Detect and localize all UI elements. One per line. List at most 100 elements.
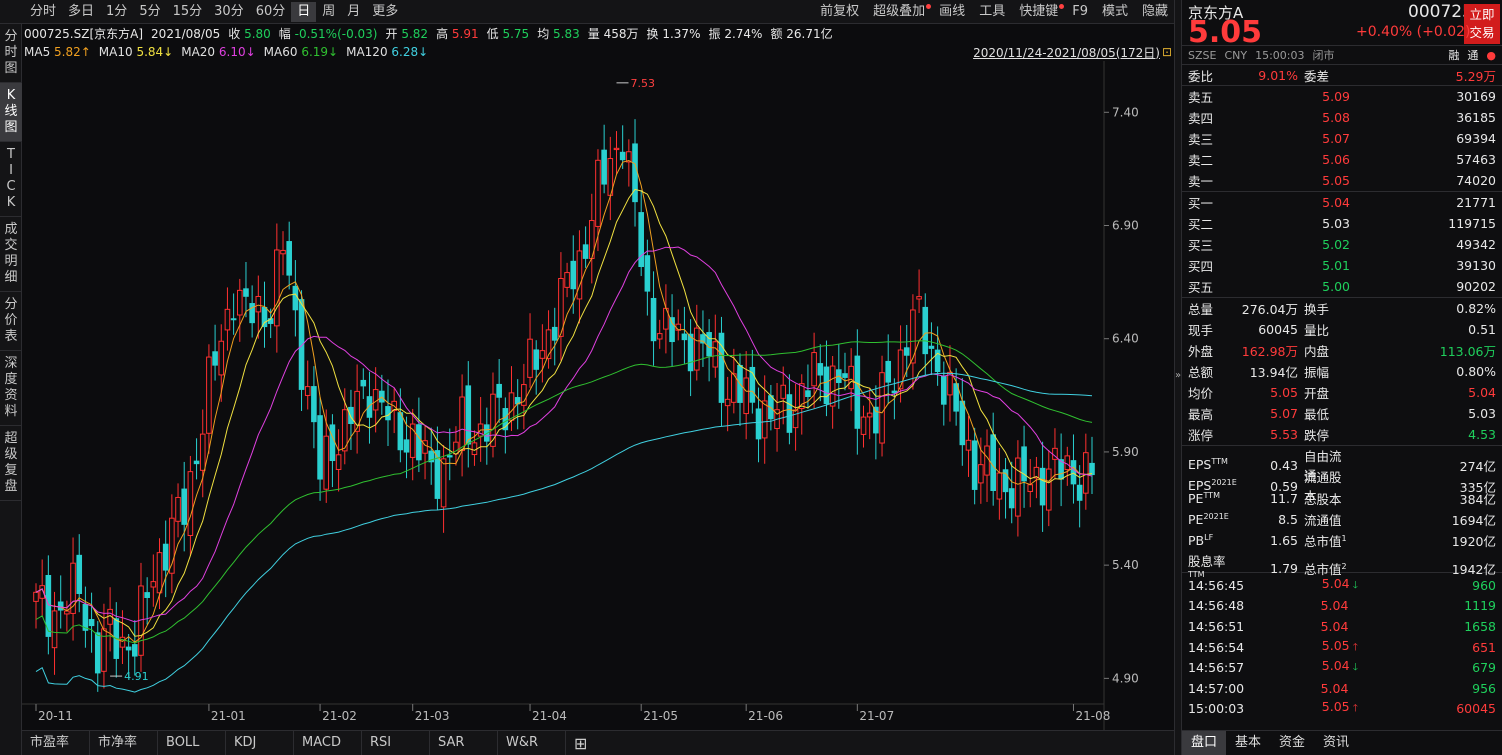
candle-body: [199, 433, 206, 471]
xtick-label: 21-06: [748, 709, 783, 723]
left-tab-0[interactable]: 分时图: [0, 24, 22, 83]
candle-body: [564, 272, 570, 288]
timeframe-0[interactable]: 分时: [24, 2, 62, 22]
left-tab-5[interactable]: 深度资料: [0, 351, 22, 426]
tool-3[interactable]: 工具: [972, 2, 1012, 22]
tick-time: 14:57:00: [1188, 680, 1245, 696]
indicator-tab-7[interactable]: W&R: [498, 731, 566, 755]
candle-body: [193, 460, 200, 465]
bid-label: 买二: [1188, 217, 1214, 232]
stat-label: 涨停: [1188, 428, 1214, 443]
candle-body: [724, 398, 731, 407]
top-toolbar: 分时 多日 1分 5分 15分 30分 60分日周月更多 前复权 超级叠加 画线 工具 快捷键 F9 模…: [0, 0, 1175, 24]
bid-price: 5.02: [1322, 237, 1350, 252]
weicha-value: 5.29万: [1455, 68, 1496, 84]
xtick-label: 21-01: [211, 709, 246, 723]
timeframe-3[interactable]: 5分: [133, 2, 166, 22]
stat-value: 276.04万: [1241, 302, 1298, 317]
expand-icon[interactable]: »: [1175, 370, 1181, 381]
xtick-label: 20-11: [38, 709, 73, 723]
tool-7[interactable]: 隐藏: [1135, 2, 1175, 22]
date-range[interactable]: 2020/11/24-2021/08/05(172日): [973, 44, 1160, 61]
timeframe-6[interactable]: 60分: [250, 2, 292, 22]
stat-label: 外盘: [1188, 344, 1214, 359]
bid-row: 买四 5.01 39130: [1182, 255, 1502, 276]
ytick-label: 5.90: [1112, 445, 1139, 459]
left-tab-2[interactable]: TICK: [0, 142, 22, 217]
indicator-tab-5[interactable]: RSI: [362, 731, 430, 755]
indicator-tab-3[interactable]: KDJ: [226, 731, 294, 755]
timeframe-8[interactable]: 周: [316, 2, 341, 22]
stat-label: 换手: [1304, 302, 1330, 317]
timeframe-7[interactable]: 日: [291, 1, 317, 22]
candle-body: [916, 296, 922, 300]
left-tab-4[interactable]: 分价表: [0, 292, 22, 351]
candle-body: [1008, 488, 1015, 509]
candle-body: [125, 646, 132, 651]
bid-row: 买一 5.04 21771: [1182, 192, 1502, 213]
candle-body: [1039, 467, 1046, 506]
ask-price: 5.06: [1322, 152, 1350, 167]
tool-0[interactable]: 前复权: [813, 2, 866, 22]
indicator-tab-1[interactable]: 市净率: [90, 731, 158, 755]
candle-body: [471, 442, 478, 456]
tick-price: 5.04 🡓: [1321, 575, 1358, 591]
lock-icon[interactable]: ⊡: [1162, 45, 1172, 59]
candle-body: [335, 454, 342, 470]
candle-body: [922, 306, 929, 355]
bid-volume: 21771: [1456, 195, 1496, 210]
stat-label: 总额: [1188, 365, 1214, 380]
indicator-tab-2[interactable]: BOLL: [158, 731, 226, 755]
left-tab-6[interactable]: 超级复盘: [0, 426, 22, 501]
panel-tab-3[interactable]: 资讯: [1314, 731, 1358, 755]
tool-4[interactable]: 快捷键: [1012, 2, 1065, 22]
panel-tab-0[interactable]: 盘口: [1182, 731, 1226, 755]
fund-label: PBLF: [1188, 532, 1214, 549]
add-indicator-icon[interactable]: ⊞: [566, 734, 595, 753]
ask-price: 5.08: [1322, 110, 1350, 125]
tick-volume: 651: [1472, 639, 1496, 655]
timeframe-10[interactable]: 更多: [366, 2, 404, 22]
timeframe-9[interactable]: 月: [341, 2, 366, 22]
indicator-tab-6[interactable]: SAR: [430, 731, 498, 755]
fund-value: 1920亿: [1451, 534, 1496, 549]
tool-6[interactable]: 模式: [1095, 2, 1135, 22]
bid-volume: 49342: [1456, 237, 1496, 252]
tick-time: 14:56:48: [1188, 598, 1245, 614]
panel-tab-2[interactable]: 资金: [1270, 731, 1314, 755]
avg-value: 5.83: [553, 27, 580, 41]
bid-label: 买五: [1188, 280, 1214, 295]
tool-2[interactable]: 画线: [932, 2, 972, 22]
candle-body: [329, 424, 336, 462]
tool-5[interactable]: F9: [1065, 2, 1095, 22]
left-tab-1[interactable]: K线图: [0, 83, 22, 142]
candle-body: [1083, 452, 1089, 494]
fund-value: 1.79: [1270, 560, 1298, 576]
timeframe-4[interactable]: 15分: [167, 2, 209, 22]
indicator-tab-0[interactable]: 市盈率: [22, 731, 90, 755]
candle-body: [1027, 484, 1034, 492]
candle-body: [891, 390, 898, 394]
tick-row: 14:56:57 5.04 🡓 679: [1182, 657, 1502, 678]
stat-label: 最低: [1304, 407, 1330, 422]
stat-value: 0.82%: [1456, 301, 1496, 316]
indicator-tab-4[interactable]: MACD: [294, 731, 362, 755]
candle-body: [274, 249, 280, 327]
timeframe-1[interactable]: 多日: [62, 2, 100, 22]
bid-volume: 90202: [1456, 279, 1496, 294]
candle-body: [860, 416, 867, 435]
candle-body: [842, 373, 848, 378]
left-tab-3[interactable]: 成交明细: [0, 217, 22, 292]
tool-1[interactable]: 超级叠加: [866, 2, 932, 22]
timeframe-5[interactable]: 30分: [208, 2, 250, 22]
timeframe-2[interactable]: 1分: [100, 2, 133, 22]
panel-tab-1[interactable]: 基本: [1226, 731, 1270, 755]
fund-label: 总股本: [1304, 492, 1342, 507]
panel-splitter[interactable]: »: [1174, 0, 1182, 755]
stat-value: 60045: [1258, 322, 1298, 337]
bid-row: 买五 5.00 90202: [1182, 276, 1502, 297]
ask-price: 5.07: [1322, 131, 1350, 146]
kline-chart[interactable]: 7.40 6.90 6.40 5.90 5.40 4.90 20-11 21-01 21-02 2…: [22, 61, 1174, 730]
candle-body: [304, 386, 311, 396]
candle-body: [1089, 462, 1095, 476]
